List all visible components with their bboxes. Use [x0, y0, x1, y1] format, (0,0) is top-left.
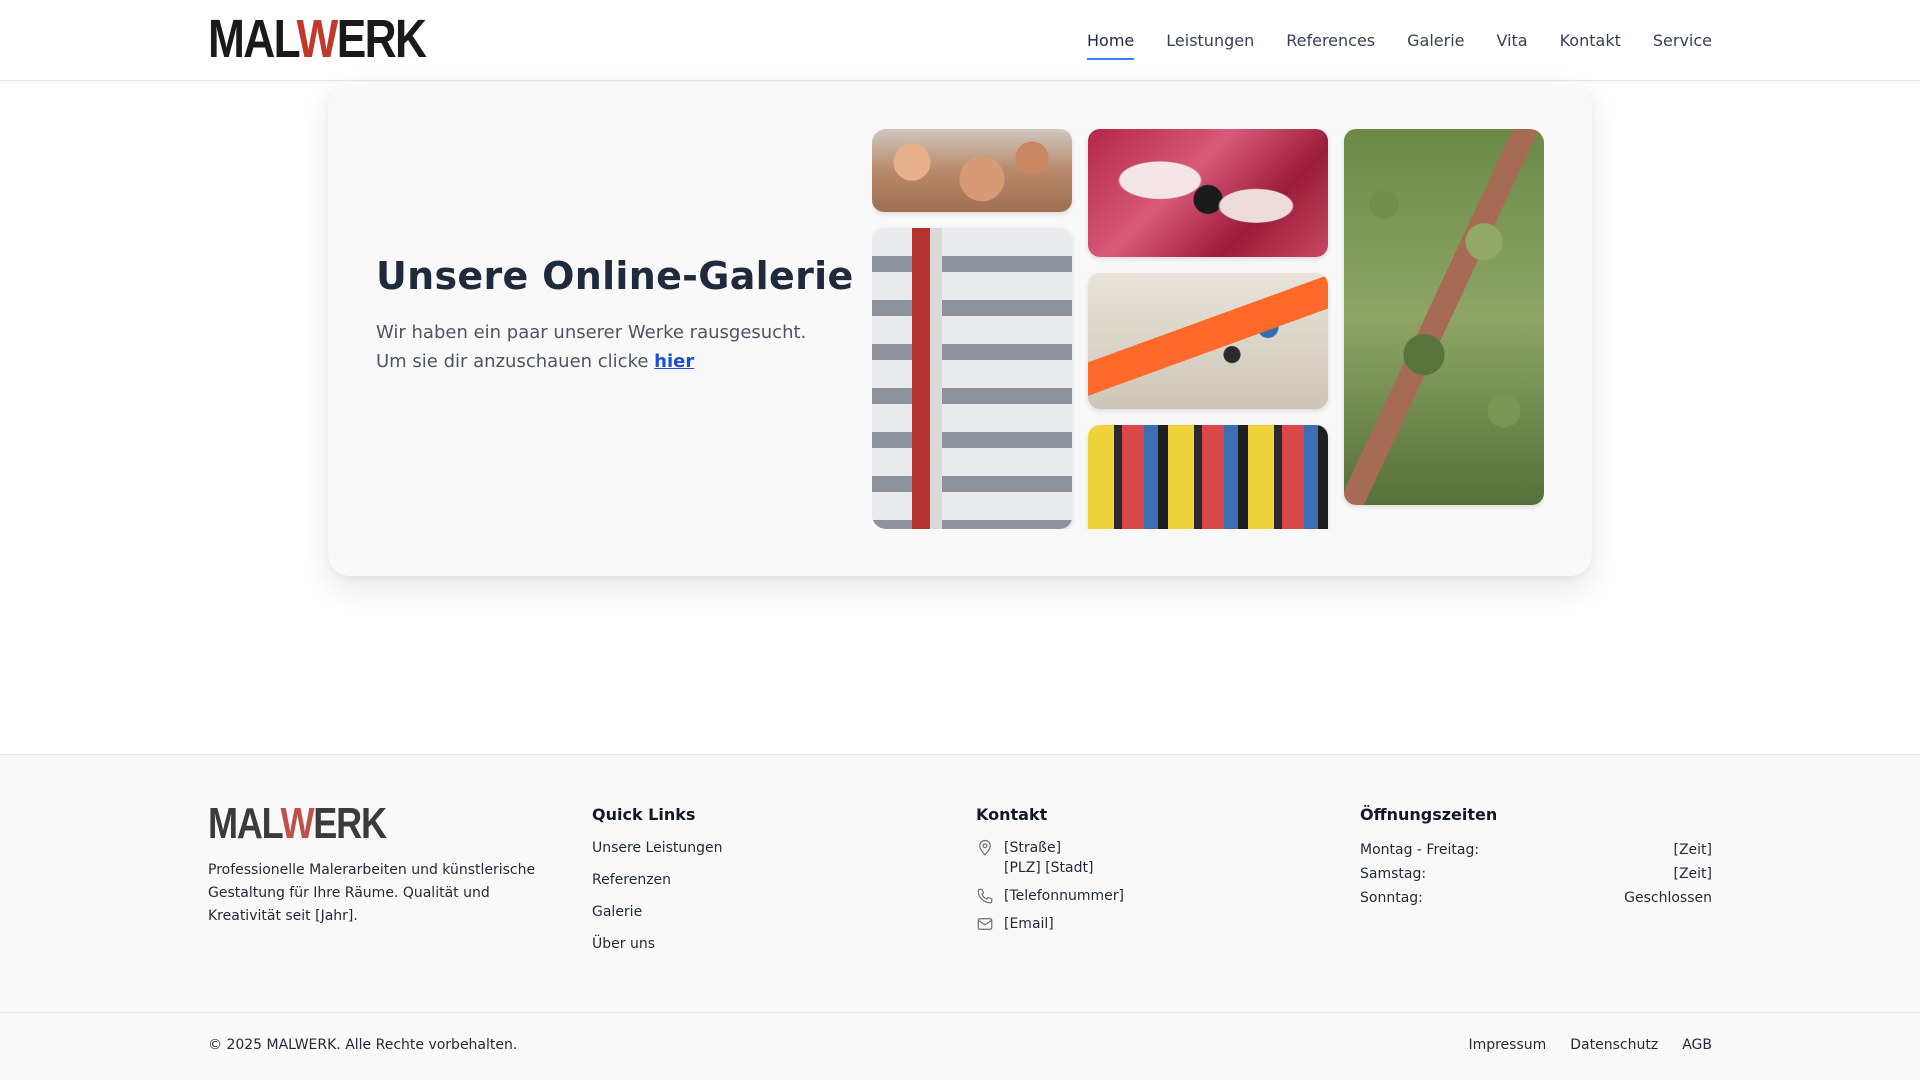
hours-row: Montag - Freitag: [Zeit]: [1360, 842, 1712, 858]
footer-description: Professionelle Malerarbeiten und künstle…: [208, 862, 536, 924]
hero-title: Unsere Online-Galerie: [376, 254, 854, 298]
gallery-image-rocket-mural[interactable]: [872, 228, 1072, 529]
location-pin-icon: [979, 839, 991, 856]
site-logo[interactable]: MALWERK: [208, 12, 427, 66]
footer-link-leistungen[interactable]: Unsere Leistungen: [592, 838, 723, 870]
footer-link-impressum[interactable]: Impressum: [1468, 1037, 1546, 1053]
footer-logo: MALWERK: [208, 799, 387, 848]
gallery-image-city-painting[interactable]: [1088, 425, 1328, 529]
contact-city: [PLZ] [Stadt]: [1004, 860, 1094, 876]
legal-links: Impressum Datenschutz AGB: [1468, 1037, 1712, 1053]
hero-line-1: Wir haben ein paar unserer Werke rausges…: [376, 322, 807, 343]
footer-link-galerie[interactable]: Galerie: [592, 902, 723, 934]
nav-leistungen[interactable]: Leistungen: [1166, 21, 1254, 60]
gallery-image-ceiling-fresco[interactable]: [872, 129, 1072, 212]
nav-galerie[interactable]: Galerie: [1407, 21, 1464, 60]
nav-service[interactable]: Service: [1653, 21, 1712, 60]
footer-link-ueber-uns[interactable]: Über uns: [592, 934, 723, 966]
quick-links-column: Quick Links Unsere Leistungen Referenzen…: [592, 805, 723, 966]
main-nav: Home Leistungen References Galerie Vita …: [1087, 0, 1712, 80]
gallery-image-red-abstract[interactable]: [1088, 129, 1328, 257]
gallery-collage: [872, 129, 1544, 529]
hours-column: Öffnungszeiten Montag - Freitag: [Zeit] S…: [1360, 805, 1712, 910]
footer-link-agb[interactable]: AGB: [1682, 1037, 1712, 1053]
contact-title: Kontakt: [976, 805, 1048, 824]
hero-line-2: Um sie dir anzuschauen clicke: [376, 351, 649, 372]
nav-references[interactable]: References: [1286, 21, 1375, 60]
footer-link-datenschutz[interactable]: Datenschutz: [1570, 1037, 1658, 1053]
contact-street: [Straße]: [1004, 840, 1062, 856]
nav-home[interactable]: Home: [1087, 21, 1135, 60]
contact-phone-value[interactable]: [Telefonnummer]: [1004, 886, 1124, 906]
phone-icon: [977, 888, 993, 904]
hours-row: Sonntag: Geschlossen: [1360, 890, 1712, 906]
footer-bottom-bar: © 2025 MALWERK. Alle Rechte vorbehalten.…: [0, 1012, 1920, 1080]
hero-description: Wir haben ein paar unserer Werke rausges…: [376, 318, 856, 376]
site-footer: MALWERK Professionelle Malerarbeiten und…: [0, 754, 1920, 1080]
footer-link-referenzen[interactable]: Referenzen: [592, 870, 723, 902]
mail-icon: [977, 918, 993, 930]
contact-email: [Email]: [976, 914, 1124, 934]
nav-vita[interactable]: Vita: [1496, 21, 1527, 60]
gallery-hero-card: Unsere Online-Galerie Wir haben ein paar…: [328, 82, 1592, 576]
hours-row: Samstag: [Zeit]: [1360, 866, 1712, 882]
gallery-image-tree-painting[interactable]: [1344, 129, 1544, 505]
contact-address: [Straße] [PLZ] [Stadt]: [976, 838, 1124, 878]
hours-title: Öffnungszeiten: [1360, 805, 1498, 824]
quick-links-title: Quick Links: [592, 805, 696, 824]
contact-phone: [Telefonnummer]: [976, 886, 1124, 906]
contact-column: Kontakt [Straße] [PLZ] [Stadt] [Telefonnu…: [976, 805, 1124, 942]
gallery-link[interactable]: hier: [654, 351, 694, 372]
contact-email-value[interactable]: [Email]: [1004, 914, 1054, 934]
nav-kontakt[interactable]: Kontakt: [1560, 21, 1621, 60]
copyright-text: © 2025 MALWERK. Alle Rechte vorbehalten.: [208, 1037, 518, 1053]
site-header: MALWERK Home Leistungen References Galer…: [0, 0, 1920, 81]
gallery-image-paint-supplies[interactable]: [1088, 273, 1328, 409]
